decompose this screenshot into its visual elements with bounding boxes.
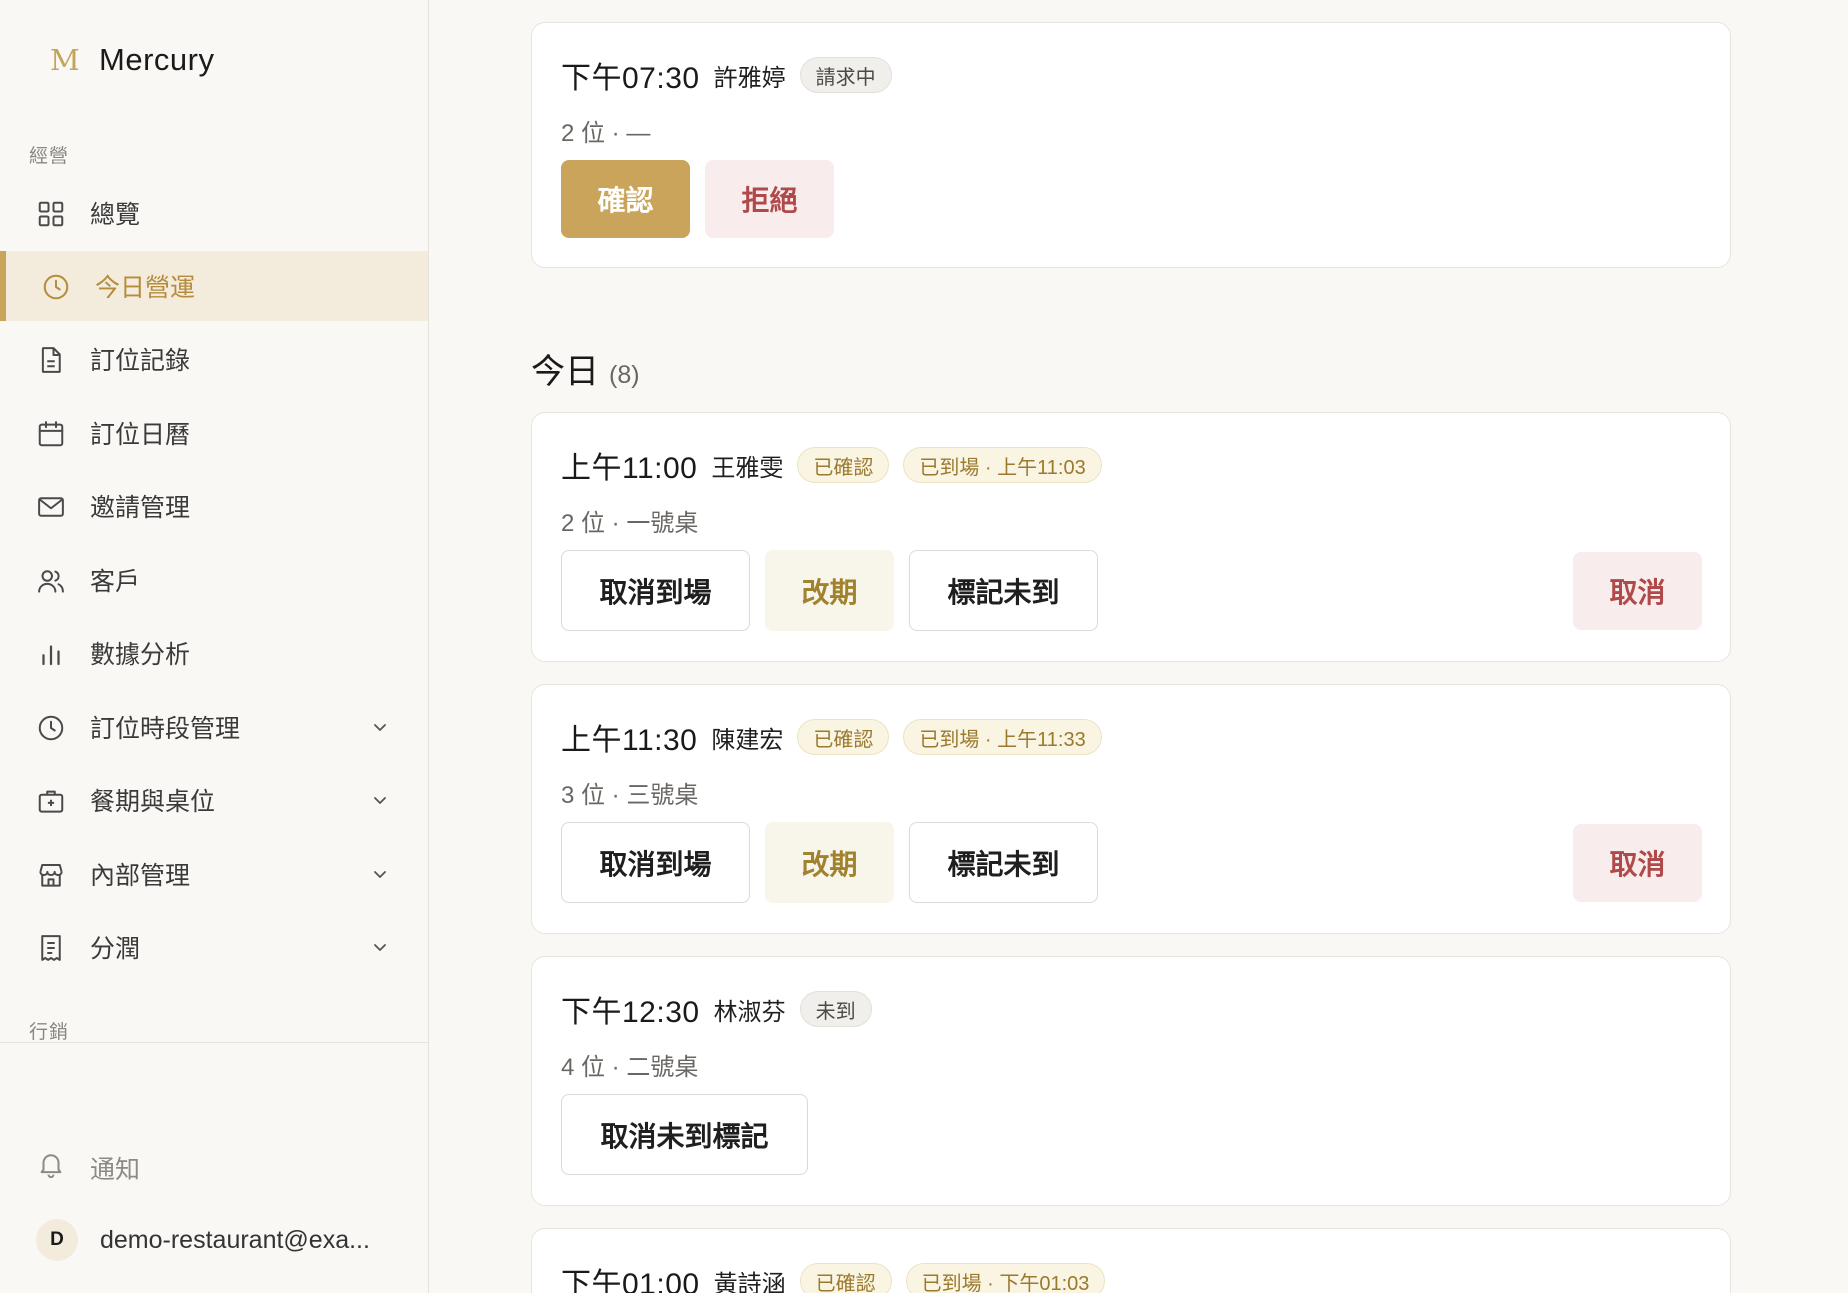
arrival-badge: 已到場 · 上午11:33 [903,719,1102,755]
brand-name: Mercury [99,42,215,77]
confirm-button[interactable]: 確認 [561,160,690,238]
sidebar: M Mercury 經營 總覽 今日營運 訂位記錄 訂位日曆 邀請管理 客戶 數… [0,0,429,1293]
section-title: 今日 [531,353,599,391]
chevron-down-icon[interactable] [368,935,392,959]
sidebar-item-reservation-records[interactable]: 訂位記錄 [0,324,428,394]
mark-no-show-button[interactable]: 標記未到 [909,550,1098,631]
reservation-card: 上午11:00 王雅雯 已確認 已到場 · 上午11:03 2 位 · 一號桌 … [531,412,1731,662]
brand[interactable]: M Mercury [50,40,214,80]
mark-no-show-button[interactable]: 標記未到 [909,822,1098,903]
receipt-icon [36,933,66,963]
sidebar-item-label: 訂位時段管理 [90,715,241,743]
arrival-badge: 已到場 · 下午01:03 [905,1263,1106,1293]
sidebar-item-label: 分潤 [90,935,141,963]
sidebar-item-overview[interactable]: 總覽 [0,178,428,248]
main-content: 下午07:30 許雅婷 請求中 2 位 · — 確認 拒絕 今日 (8) 上午1… [430,0,1848,1293]
sidebar-item-label: 訂位記錄 [90,347,191,375]
sidebar-item-label: 今日營運 [95,274,196,302]
reservation-card: 下午01:00 黃詩涵 已確認 已到場 · 下午01:03 [531,1228,1731,1293]
reservation-time: 下午01:00 [561,1268,700,1293]
reservation-card: 上午11:30 陳建宏 已確認 已到場 · 上午11:33 3 位 · 三號桌 … [531,684,1731,934]
cancel-button[interactable]: 取消 [1573,824,1702,902]
sidebar-item-label: 訂位日曆 [90,421,191,449]
reservation-details: 4 位 · 二號桌 [561,1054,699,1081]
grid-icon [36,199,66,229]
sidebar-item-today-operations[interactable]: 今日營運 [0,251,428,321]
undo-no-show-button[interactable]: 取消未到標記 [561,1094,808,1175]
users-icon [36,566,66,596]
reservation-header: 下午07:30 許雅婷 請求中 [561,53,892,97]
sidebar-item-analytics[interactable]: 數據分析 [0,618,428,688]
reservation-time: 上午11:30 [561,724,698,757]
avatar: D [36,1219,78,1261]
account-menu[interactable]: D demo-restaurant@exa... [36,1218,370,1262]
reservation-header: 下午12:30 林淑芬 未到 [561,987,872,1031]
cancel-arrival-button[interactable]: 取消到場 [561,822,750,903]
reject-button[interactable]: 拒絕 [705,160,834,238]
reservation-time: 上午11:00 [561,452,698,485]
chevron-down-icon[interactable] [368,715,392,739]
briefcase-icon [36,786,66,816]
guest-name: 陳建宏 [711,726,784,754]
bar-chart-icon [36,639,66,669]
section-count: (8) [609,361,640,389]
reservation-card-pending: 下午07:30 許雅婷 請求中 2 位 · — 確認 拒絕 [531,22,1731,268]
notifications-link[interactable]: 通知 [0,1130,428,1200]
sidebar-item-invitations[interactable]: 邀請管理 [0,471,428,541]
status-badge: 已確認 [797,447,890,483]
cancel-button[interactable]: 取消 [1573,552,1702,630]
reservation-time: 下午07:30 [561,62,700,95]
reservation-header: 上午11:00 王雅雯 已確認 已到場 · 上午11:03 [561,443,1102,487]
chevron-down-icon[interactable] [368,788,392,812]
sidebar-item-internal-management[interactable]: 內部管理 [0,839,428,909]
clock-icon [36,713,66,743]
document-icon [36,345,66,375]
status-badge: 請求中 [799,57,892,93]
section-label-marketing: 行銷 [29,1022,70,1043]
status-badge: 已確認 [799,1263,892,1293]
reschedule-button[interactable]: 改期 [765,550,894,631]
guest-name: 林淑芬 [713,998,786,1026]
reschedule-button[interactable]: 改期 [765,822,894,903]
reservation-header: 上午11:30 陳建宏 已確認 已到場 · 上午11:33 [561,715,1102,759]
chevron-down-icon[interactable] [368,862,392,886]
guest-name: 許雅婷 [713,64,786,92]
calendar-icon [36,419,66,449]
reservation-time: 下午12:30 [561,996,700,1029]
guest-name: 王雅雯 [711,454,784,482]
bell-icon [36,1149,66,1179]
sidebar-item-label: 數據分析 [90,641,191,669]
sidebar-item-timeslot-management[interactable]: 訂位時段管理 [0,692,428,762]
sidebar-item-reservation-calendar[interactable]: 訂位日曆 [0,398,428,468]
notifications-label: 通知 [90,1156,141,1184]
sidebar-item-label: 客戶 [90,568,141,596]
sidebar-item-customers[interactable]: 客戶 [0,545,428,615]
section-title-today: 今日 (8) [531,344,640,393]
mail-icon [36,492,66,522]
sidebar-item-meal-periods-tables[interactable]: 餐期與桌位 [0,765,428,835]
store-icon [36,860,66,890]
arrival-badge: 已到場 · 上午11:03 [903,447,1102,483]
brand-logo: M [50,43,80,77]
status-badge: 未到 [799,991,872,1027]
sidebar-item-profit-sharing[interactable]: 分潤 [0,912,428,982]
reservation-card: 下午12:30 林淑芬 未到 4 位 · 二號桌 取消未到標記 [531,956,1731,1206]
clock-icon [41,272,71,302]
status-badge: 已確認 [797,719,890,755]
guest-name: 黃詩涵 [713,1270,786,1293]
sidebar-divider [0,1042,428,1043]
sidebar-item-label: 邀請管理 [90,494,191,522]
account-email: demo-restaurant@exa... [100,1225,370,1254]
reservation-header: 下午01:00 黃詩涵 已確認 已到場 · 下午01:03 [561,1259,1106,1293]
sidebar-item-label: 內部管理 [90,862,191,890]
cancel-arrival-button[interactable]: 取消到場 [561,550,750,631]
sidebar-item-label: 總覽 [90,201,141,229]
reservation-details: 2 位 · 一號桌 [561,510,699,537]
reservation-details: 3 位 · 三號桌 [561,782,699,809]
reservation-details: 2 位 · — [561,120,651,147]
sidebar-item-label: 餐期與桌位 [90,788,216,816]
section-label-operations: 經營 [29,146,70,167]
